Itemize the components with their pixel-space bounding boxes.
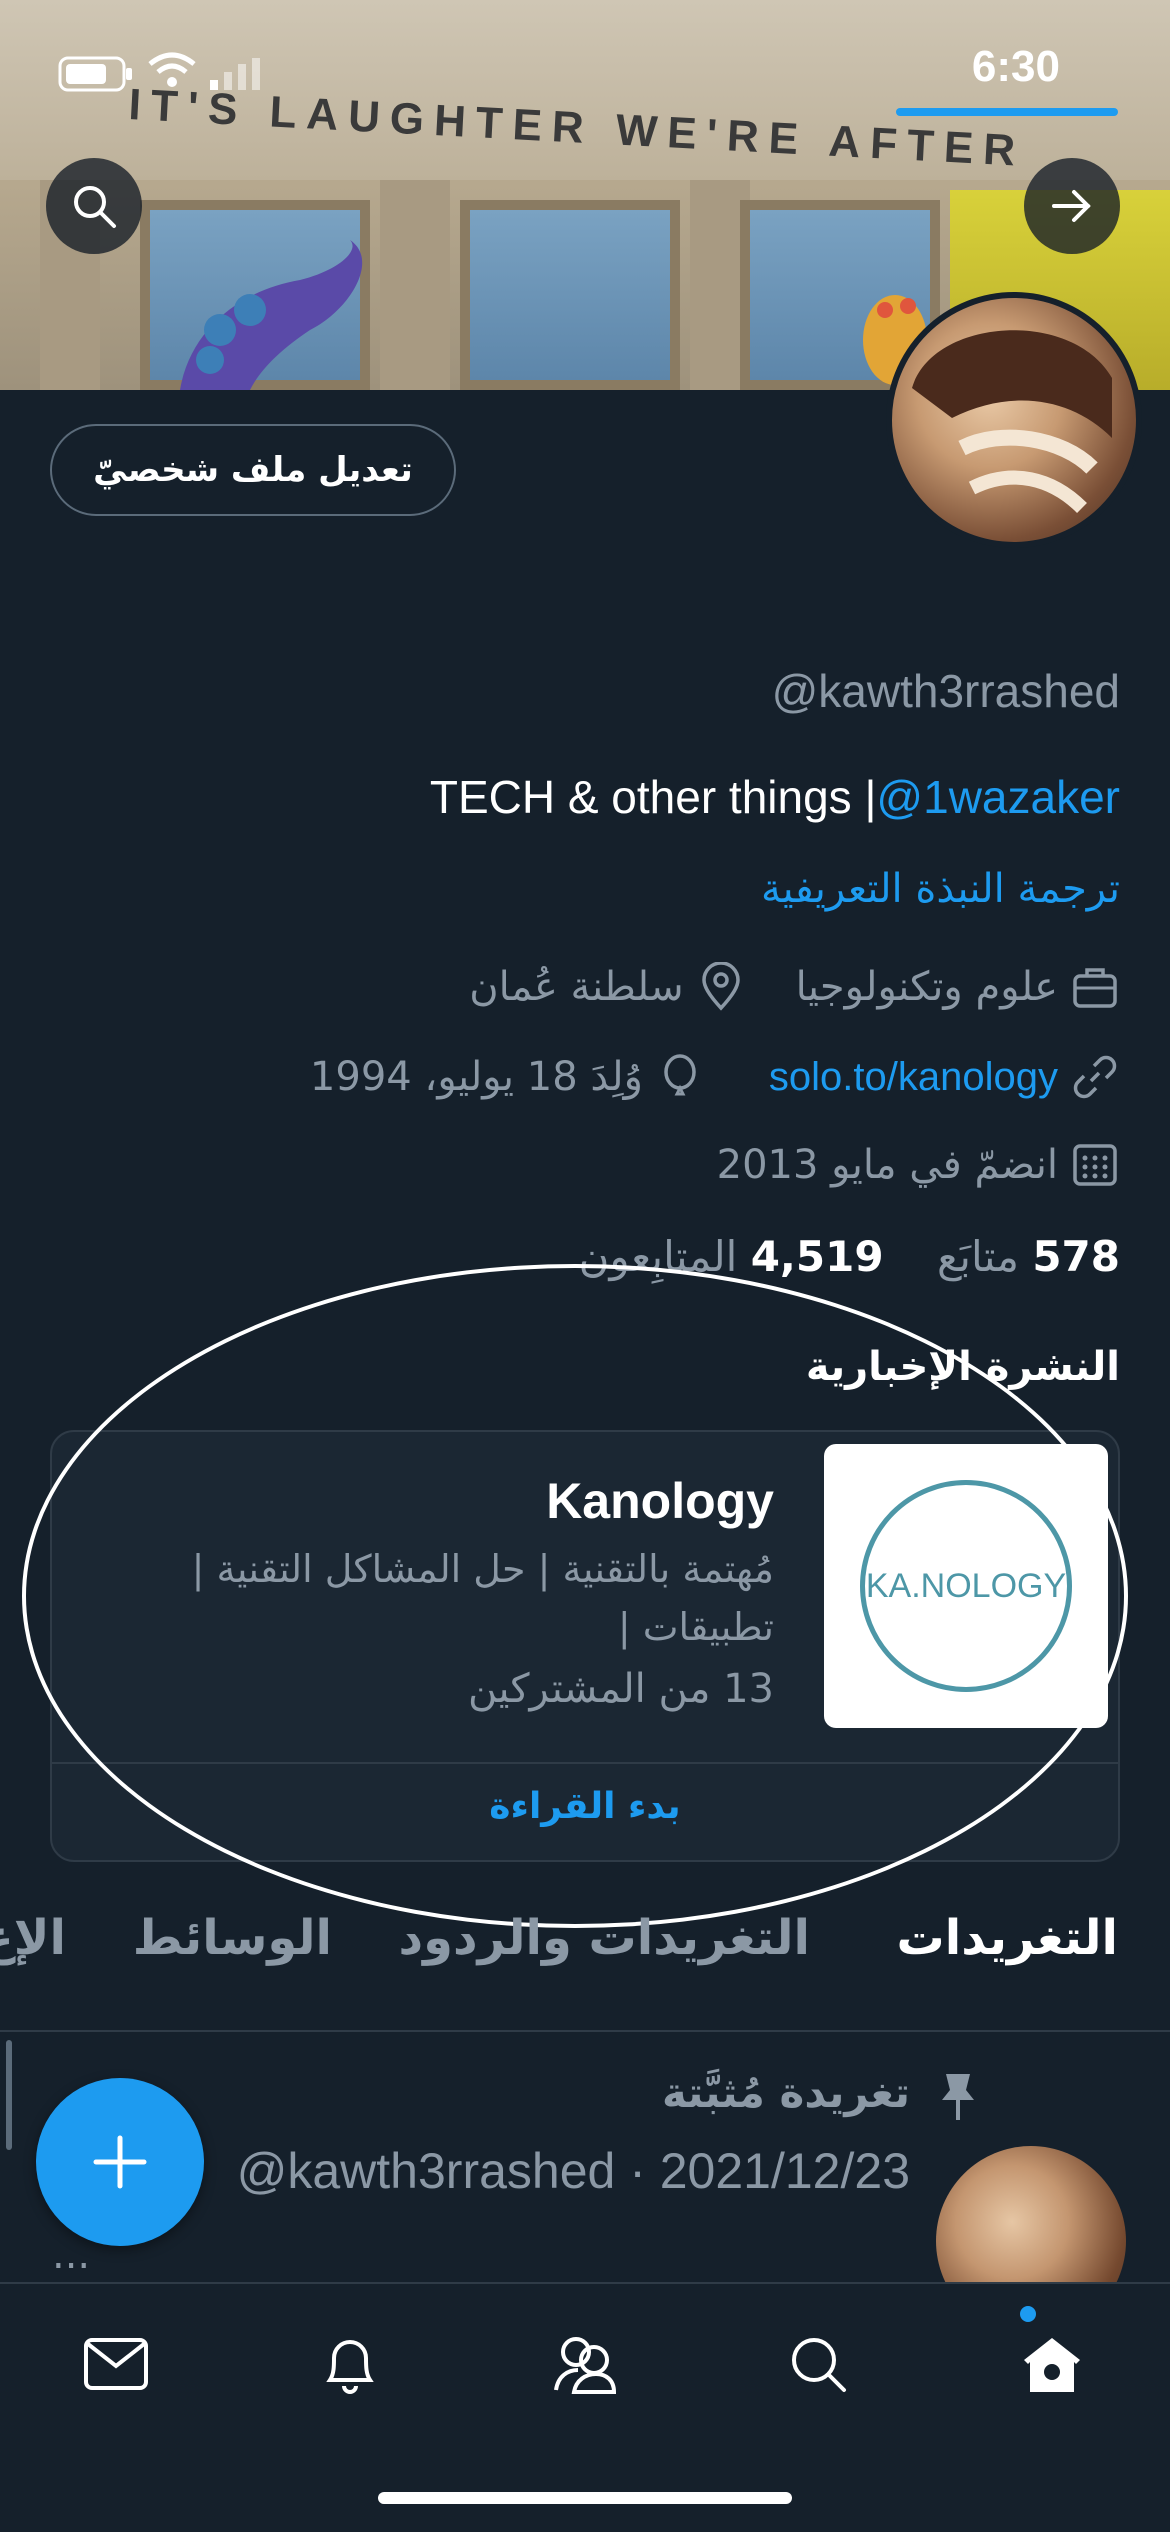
avatar-portrait xyxy=(912,330,1112,514)
tab-tweets[interactable]: التغريدات xyxy=(897,1910,1118,1966)
tab-tweets-replies[interactable]: التغريدات والردود xyxy=(399,1910,810,1966)
profile-joined: انضمّ في مايو 2013 xyxy=(716,1142,1058,1188)
bio-mention-link[interactable]: @1wazaker xyxy=(876,771,1120,823)
wifi-icon xyxy=(148,52,196,87)
nav-notifications[interactable] xyxy=(310,2324,390,2404)
profile-website-link[interactable]: solo.to/kanology xyxy=(769,1055,1058,1100)
following-stat[interactable]: 578 متابَع xyxy=(937,1232,1120,1281)
tabs-divider xyxy=(0,2030,1170,2032)
bell-icon xyxy=(326,2340,374,2394)
scroll-indicator xyxy=(6,2040,12,2150)
search-icon xyxy=(792,2338,846,2392)
profile-meta-row-3: انضمّ في مايو 2013 xyxy=(717,1140,1120,1190)
following-label: متابَع xyxy=(936,1232,1019,1281)
profile-handle: @kawth3rrashed xyxy=(771,665,1120,717)
translate-bio-link[interactable]: ترجمة النبذة التعريفية xyxy=(761,866,1120,912)
cellular-signal-icon xyxy=(210,58,260,90)
nav-search[interactable] xyxy=(778,2324,858,2404)
followers-count: 4,519 xyxy=(750,1232,884,1281)
nav-home[interactable] xyxy=(1012,2324,1092,2404)
location-pin-icon xyxy=(701,962,740,1011)
edit-profile-button[interactable]: تعديل ملف شخصيّ xyxy=(50,424,456,516)
nav-communities[interactable] xyxy=(544,2324,624,2404)
bio-text: TECH & other things | xyxy=(429,771,877,823)
search-icon xyxy=(74,186,116,228)
plus-icon xyxy=(93,2135,147,2189)
calendar-icon xyxy=(1073,1144,1117,1186)
tweet-meta: @kawth3rrashed · 2021/12/23 xyxy=(236,2143,910,2199)
home-notification-dot xyxy=(1020,2306,1036,2322)
tab-likes[interactable]: الإع xyxy=(0,1910,66,1966)
link-icon xyxy=(1073,1055,1117,1099)
tab-media[interactable]: الوسائط xyxy=(133,1910,332,1966)
pin-icon xyxy=(942,2074,974,2120)
profile-bio: TECH & other things |@1wazaker xyxy=(430,770,1120,824)
tweet-more-menu[interactable]: ... xyxy=(52,2232,90,2278)
profile-tabs: التغريدات التغريدات والردود الوسائط الإع xyxy=(0,1910,1170,2030)
balloon-icon xyxy=(664,1054,696,1096)
status-time: 6:30 xyxy=(971,42,1060,91)
communities-icon xyxy=(554,2337,617,2394)
home-icon xyxy=(1024,2338,1080,2392)
profile-meta-row-1: علوم وتكنولوجيا سلطنة عُمان xyxy=(469,962,1120,1012)
pinned-tweet-label: تغريدة مُثبَّتة xyxy=(662,2068,910,2117)
profile-birthday: وُلِدَ 18 يوليو، 1994 xyxy=(309,1054,643,1100)
banner-window xyxy=(460,200,680,390)
profile-category: علوم وتكنولوجيا xyxy=(795,964,1058,1010)
back-button[interactable] xyxy=(1024,158,1120,254)
profile-avatar[interactable] xyxy=(886,292,1142,548)
profile-meta-row-2: solo.to/kanology وُلِدَ 18 يوليو، 1994 xyxy=(310,1052,1120,1102)
banner-character-icon xyxy=(180,240,363,390)
home-indicator[interactable] xyxy=(378,2492,792,2504)
active-tab-indicator xyxy=(896,108,1118,116)
battery-icon xyxy=(58,56,132,92)
following-count: 578 xyxy=(1032,1232,1120,1281)
compose-tweet-button[interactable] xyxy=(36,2078,204,2246)
nav-messages[interactable] xyxy=(76,2324,156,2404)
arrow-right-icon xyxy=(1052,190,1091,222)
search-button[interactable] xyxy=(46,158,142,254)
annotation-circle xyxy=(22,1264,1128,1928)
banner-pillar xyxy=(380,180,450,390)
briefcase-icon xyxy=(1073,968,1117,1008)
mail-icon xyxy=(84,2338,148,2390)
profile-location: سلطنة عُمان xyxy=(469,964,684,1010)
